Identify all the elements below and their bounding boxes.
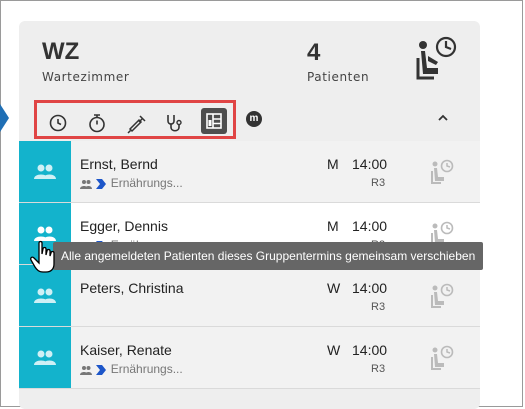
patient-row[interactable]: Kaiser, Renate Ernährungs... W 14:00 R3 bbox=[19, 327, 480, 389]
group-icon bbox=[34, 164, 56, 179]
waiting-clock-icon[interactable] bbox=[430, 159, 454, 185]
stethoscope-icon bbox=[167, 115, 182, 132]
patient-row[interactable]: Peters, Christina W 14:00 R3 bbox=[19, 265, 480, 327]
appointment-time: 14:00 bbox=[352, 342, 388, 358]
clock-icon bbox=[49, 114, 67, 132]
m-filter-badge[interactable]: m bbox=[246, 111, 262, 127]
group-small-icon bbox=[80, 366, 92, 375]
waiting-clock-icon[interactable] bbox=[430, 345, 454, 371]
chevron-up-icon[interactable] bbox=[436, 111, 450, 125]
grid-layout-icon bbox=[206, 113, 222, 129]
group-move-handle[interactable] bbox=[19, 141, 71, 202]
forward-arrow-icon bbox=[96, 179, 107, 189]
group-move-handle[interactable] bbox=[19, 265, 71, 326]
room-number: R3 bbox=[371, 301, 386, 313]
appointment-time: 14:00 bbox=[352, 218, 388, 234]
filter-toolbar bbox=[34, 100, 236, 139]
appointment-time: 14:00 bbox=[352, 156, 388, 172]
collapse-panel-tab[interactable] bbox=[0, 104, 9, 132]
appointment-time: 14:00 bbox=[352, 280, 388, 296]
patient-gender: W bbox=[327, 342, 341, 358]
stopwatch-filter-button[interactable] bbox=[86, 112, 108, 134]
forward-arrow-icon bbox=[96, 365, 107, 375]
service-label: Ernährungs... bbox=[110, 176, 183, 190]
grid-layout-filter-button[interactable] bbox=[201, 108, 227, 134]
room-number: R3 bbox=[371, 363, 386, 375]
group-icon bbox=[34, 288, 56, 303]
hand-cursor-icon bbox=[30, 240, 55, 273]
group-icon bbox=[34, 350, 56, 365]
group-move-handle[interactable] bbox=[19, 327, 71, 388]
patient-gender: M bbox=[327, 218, 339, 234]
patient-name: Egger, Dennis bbox=[80, 218, 168, 234]
patient-count-label: Patienten bbox=[307, 70, 370, 84]
patient-gender: M bbox=[327, 156, 339, 172]
tooltip: Alle angemeldeten Patienten dieses Grupp… bbox=[53, 242, 484, 270]
patient-name: Peters, Christina bbox=[80, 280, 184, 296]
clock-filter-button[interactable] bbox=[47, 112, 69, 134]
service-label: Ernährungs... bbox=[110, 362, 183, 376]
patient-count: 4 bbox=[307, 39, 321, 66]
syringe-filter-button[interactable] bbox=[125, 112, 147, 134]
room-number: R3 bbox=[371, 177, 386, 189]
patient-service: Ernährungs... bbox=[80, 362, 183, 376]
syringe-icon bbox=[127, 115, 146, 134]
patient-gender: W bbox=[327, 280, 341, 296]
room-name: Wartezimmer bbox=[42, 70, 130, 84]
stethoscope-filter-button[interactable] bbox=[163, 112, 185, 134]
patient-row[interactable]: Ernst, Bernd Ernährungs... M 14:00 R3 bbox=[19, 141, 480, 203]
group-small-icon bbox=[80, 180, 92, 189]
stopwatch-icon bbox=[89, 114, 105, 133]
room-code: WZ bbox=[42, 38, 80, 65]
waiting-clock-icon[interactable] bbox=[430, 283, 454, 309]
patient-name: Kaiser, Renate bbox=[80, 342, 172, 358]
patient-name: Ernst, Bernd bbox=[80, 156, 158, 172]
waiting-room-clock-icon bbox=[416, 36, 457, 80]
patient-service: Ernährungs... bbox=[80, 176, 183, 190]
